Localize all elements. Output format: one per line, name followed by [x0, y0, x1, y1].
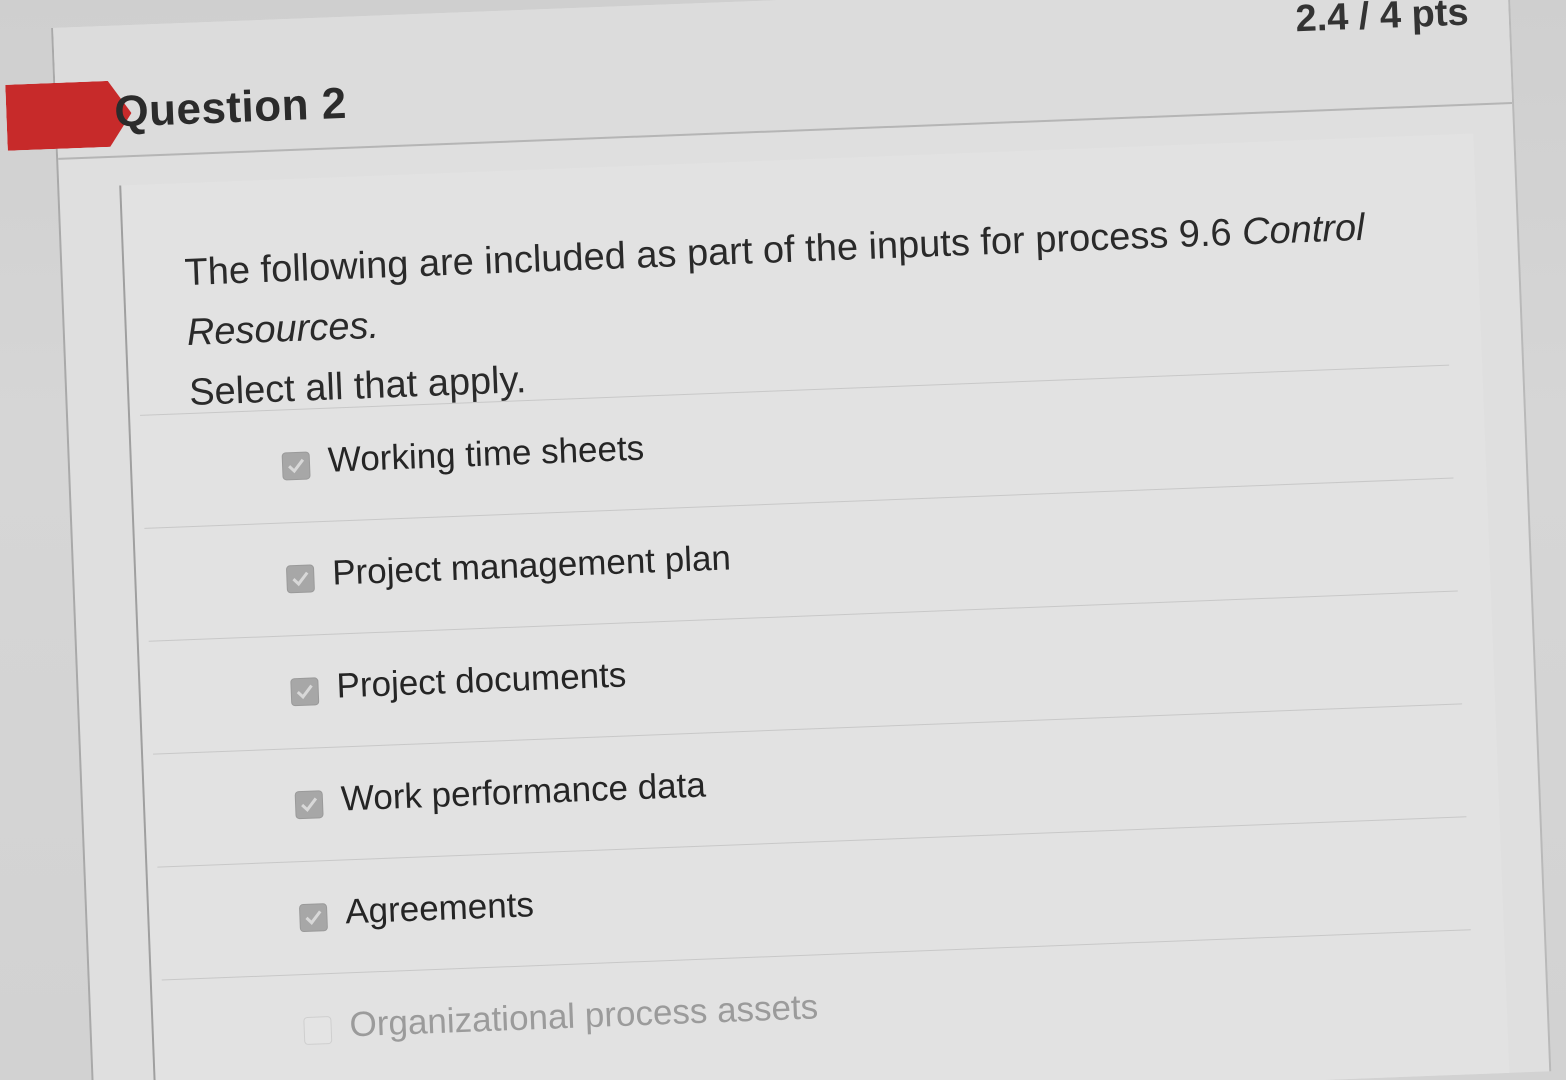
answer-label: Organizational process assets [348, 987, 819, 1045]
answer-checkbox-checked[interactable] [294, 790, 324, 820]
question-points: 2.4 / 4 pts [1294, 0, 1470, 41]
question-body: The following are included as part of th… [119, 133, 1510, 1080]
checkmark-icon [296, 684, 313, 700]
question-text-main: The following are included as part of th… [183, 211, 1243, 295]
question-title: Question 2 [113, 78, 348, 137]
answer-checkbox-checked[interactable] [285, 564, 315, 594]
answer-label: Working time sheets [327, 428, 645, 480]
checkmark-icon [305, 910, 322, 925]
answer-label: Work performance data [340, 765, 707, 819]
answer-list: Working time sheets Project management p… [140, 364, 1476, 1080]
answer-checkbox-unchecked[interactable] [303, 1016, 333, 1046]
answer-label: Agreements [344, 885, 535, 932]
quiz-screen: Question 2 2.4 / 4 pts The following are… [0, 0, 1566, 1080]
question-card: Question 2 2.4 / 4 pts The following are… [51, 0, 1552, 1080]
answer-checkbox-checked[interactable] [298, 903, 328, 933]
answer-label: Project management plan [331, 538, 732, 593]
quiz-view: Question 2 2.4 / 4 pts The following are… [1, 0, 1566, 1080]
answer-checkbox-checked[interactable] [281, 451, 311, 481]
answer-label: Project documents [335, 655, 627, 706]
checkmark-icon [288, 458, 305, 474]
checkmark-icon [301, 797, 318, 813]
checkmark-icon [292, 571, 309, 587]
question-header: Question 2 2.4 / 4 pts [53, 0, 1513, 160]
answer-checkbox-checked[interactable] [290, 677, 320, 707]
